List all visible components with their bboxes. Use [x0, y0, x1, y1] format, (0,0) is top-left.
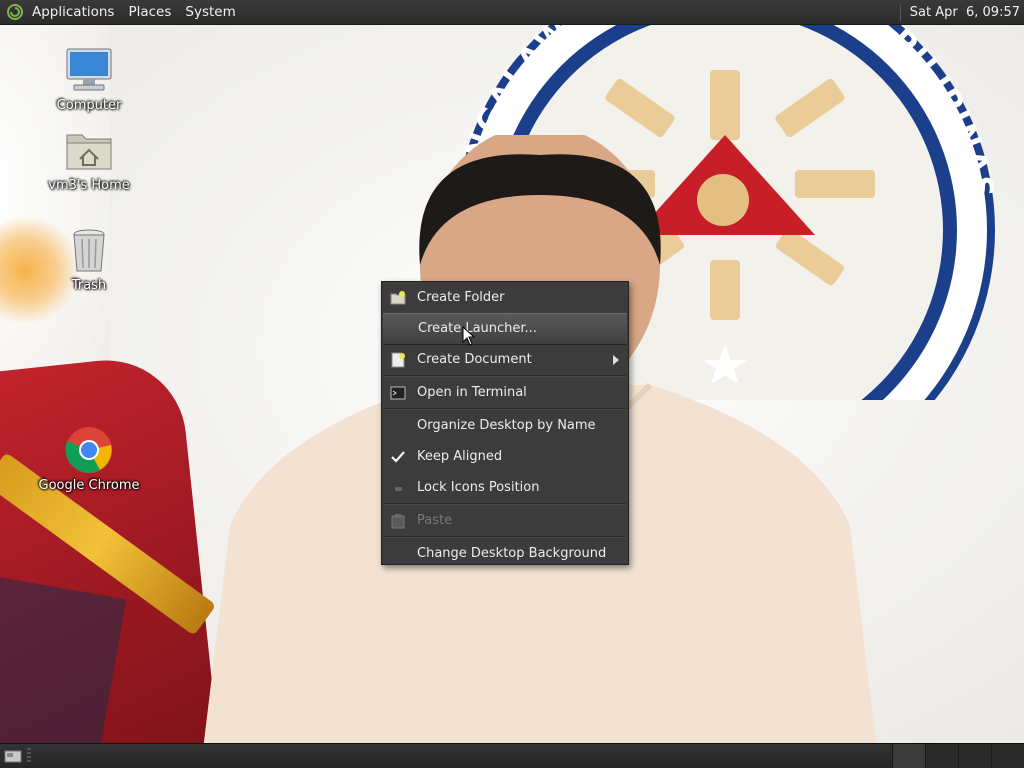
- menu-item-keep-aligned[interactable]: Keep Aligned: [382, 441, 628, 472]
- menu-item-create-folder[interactable]: Create Folder: [382, 282, 628, 313]
- menu-item-label: Lock Icons Position: [417, 480, 540, 495]
- desktop-icon-label: vm3's Home: [48, 178, 130, 193]
- workspace-2[interactable]: [925, 744, 958, 768]
- new-document-icon: [390, 352, 406, 368]
- menu-item-label: Create Document: [417, 352, 532, 367]
- workspace-4[interactable]: [991, 744, 1024, 768]
- desktop-icon-google-chrome[interactable]: Google Chrome: [34, 424, 144, 493]
- chrome-icon: [63, 424, 115, 476]
- menu-item-label: Change Desktop Background: [417, 546, 607, 561]
- menu-applications[interactable]: Applications: [25, 0, 121, 25]
- desktop-icon-trash[interactable]: Trash: [34, 224, 144, 293]
- menu-item-label: Keep Aligned: [417, 449, 503, 464]
- panel-drag-handle[interactable]: [27, 748, 31, 764]
- menu-item-change-desktop-background[interactable]: Change Desktop Background: [382, 538, 628, 569]
- panel-separator: [899, 3, 901, 21]
- menu-item-label: Create Folder: [417, 290, 505, 305]
- menu-item-label: Open in Terminal: [417, 385, 527, 400]
- menu-item-label: Create Launcher...: [418, 321, 537, 336]
- show-desktop-icon[interactable]: [2, 746, 24, 766]
- top-panel: Applications Places System Sat Apr 6, 09…: [0, 0, 1024, 25]
- menu-system[interactable]: System: [178, 0, 242, 25]
- menu-item-paste: Paste: [382, 505, 628, 536]
- menu-item-label: Organize Desktop by Name: [417, 418, 596, 433]
- menu-item-open-in-terminal[interactable]: Open in Terminal: [382, 377, 628, 408]
- terminal-icon: [390, 385, 406, 401]
- checkmark-icon: [390, 449, 406, 465]
- submenu-arrow-icon: [613, 355, 619, 365]
- desktop-icon-computer[interactable]: Computer: [34, 44, 144, 113]
- mouse-pointer-icon: [462, 326, 476, 346]
- menu-item-create-document[interactable]: Create Document: [382, 344, 628, 375]
- menu-item-organize-desktop-by-name[interactable]: Organize Desktop by Name: [382, 410, 628, 441]
- workspace-3[interactable]: [958, 744, 991, 768]
- home-folder-icon: [63, 124, 115, 176]
- trash-icon: [63, 224, 115, 276]
- menu-item-create-launcher[interactable]: Create Launcher...: [383, 313, 627, 344]
- lock-icon: [390, 480, 406, 496]
- desktop-context-menu: Create Folder Create Launcher... Create …: [381, 281, 629, 565]
- desktop-icon-label: Computer: [56, 98, 122, 113]
- bottom-panel: [0, 743, 1024, 768]
- desktop-icon-home[interactable]: vm3's Home: [34, 124, 144, 193]
- menu-item-lock-icons-position[interactable]: Lock Icons Position: [382, 472, 628, 503]
- distro-logo-icon[interactable]: [5, 2, 25, 22]
- menu-item-label: Paste: [417, 513, 453, 528]
- new-folder-icon: [390, 290, 406, 306]
- desktop-icon-label: Google Chrome: [38, 478, 140, 493]
- desktop-icon-label: Trash: [71, 278, 107, 293]
- menu-places[interactable]: Places: [121, 0, 178, 25]
- computer-icon: [63, 44, 115, 96]
- workspace-switcher: [892, 744, 1024, 768]
- paste-icon: [390, 513, 406, 529]
- clock[interactable]: Sat Apr 6, 09:57: [910, 5, 1024, 20]
- workspace-1[interactable]: [892, 744, 925, 768]
